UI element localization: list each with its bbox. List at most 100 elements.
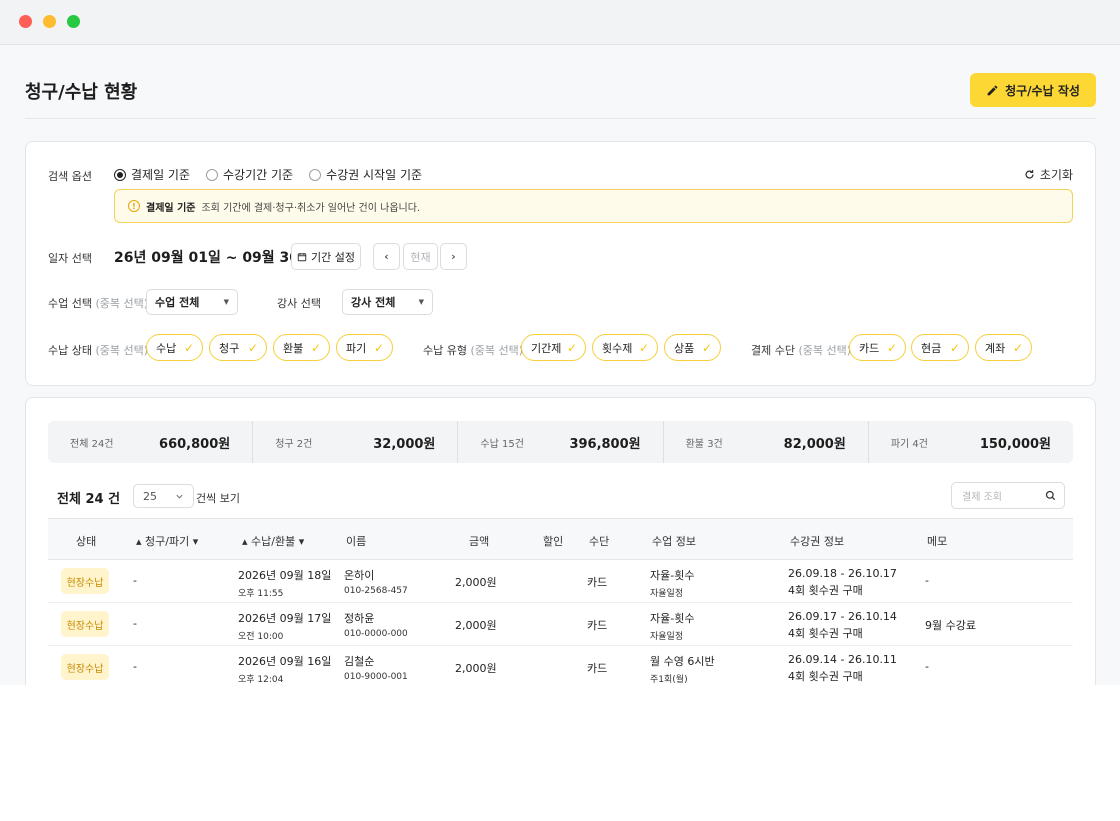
summary-void: 파기 4건 150,000원 [869, 421, 1073, 463]
cell-class-schedule: 자율일정 [650, 632, 684, 642]
period-setting-button[interactable]: 기간 설정 [291, 243, 361, 270]
check-icon: ✓ [1012, 340, 1023, 355]
cell-class-name: 자율-횟수 [650, 569, 695, 582]
cell-name-value: 온하이 [344, 569, 375, 582]
cell-memo: - [925, 660, 929, 673]
cell-date: 2026년 09월 16일오후 12:04 [238, 653, 331, 685]
radio-course-period[interactable]: 수강기간 기준 [206, 166, 293, 183]
caret-down-icon: ▼ [418, 298, 424, 306]
teacher-select[interactable]: 강사 전체 ▼ [342, 289, 433, 315]
cell-date: 2026년 09월 17일 오전 10:00 [238, 610, 331, 642]
status-title: 수납 상태 [48, 344, 92, 357]
write-billing-button[interactable]: 청구/수납 작성 [970, 73, 1096, 107]
class-select-title: 수업 선택 [48, 297, 92, 310]
cell-date-day: 2026년 09월 16일 [238, 655, 332, 668]
chip-method-account[interactable]: 계좌 ✓ [975, 334, 1032, 361]
cell-bill: - [133, 574, 137, 587]
class-select-label: 수업 선택 (중복 선택) [48, 295, 148, 311]
summary-value: 82,000원 [783, 436, 846, 452]
chip-label: 카드 [859, 341, 880, 355]
chip-type-period[interactable]: 기간제 ✓ [521, 334, 586, 361]
chip-label: 청구 [219, 341, 240, 355]
chip-status-void[interactable]: 파기 ✓ [336, 334, 393, 361]
cell-date-time: 오후 12:04 [238, 675, 284, 685]
chip-status-paid[interactable]: 수납 ✓ [146, 334, 203, 361]
check-icon: ✓ [886, 340, 897, 355]
search-option-label: 검색 옵션 [48, 170, 92, 183]
summary-value: 396,800원 [569, 436, 641, 452]
close-window-button[interactable] [19, 15, 32, 28]
check-icon: ✓ [566, 340, 577, 355]
chip-label: 환불 [283, 341, 304, 355]
current-period-button[interactable]: 현재 [403, 243, 438, 270]
payment-search-input[interactable]: 결제 조회 [951, 482, 1065, 509]
chip-method-cash[interactable]: 현금 ✓ [911, 334, 969, 361]
class-select[interactable]: 수업 전체 ▼ [146, 289, 238, 315]
col-bill-void[interactable]: ▴ 청구/파기 ▾ [136, 533, 198, 549]
summary-bar: 전체 24건 660,800원 청구 2건 32,000원 수납 15건 396,80… [48, 421, 1073, 463]
check-icon: ✓ [310, 340, 321, 355]
radio-label: 결제일 기준 [131, 168, 191, 182]
date-select-label: 일자 선택 [48, 252, 92, 265]
cell-bill: - [133, 617, 137, 630]
minimize-window-button[interactable] [43, 15, 56, 28]
chip-method-card[interactable]: 카드 ✓ [849, 334, 906, 361]
summary-refund: 환불 3건 82,000원 [664, 421, 869, 463]
summary-value: 150,000원 [979, 436, 1052, 452]
app-window: 청구/수납 현황 청구/수납 작성 검색 옵션 결제일 기준 수강기간 기준 수… [0, 0, 1120, 685]
cell-class-schedule: 자율일정 [650, 589, 684, 599]
chip-type-count[interactable]: 횟수제 ✓ [592, 334, 658, 361]
current-period-label: 현재 [410, 250, 431, 264]
radio-circle [309, 168, 322, 181]
radio-circle [114, 168, 126, 181]
col-amount: 금액 [469, 535, 490, 548]
refresh-icon [1025, 170, 1034, 179]
chip-status-refund[interactable]: 환불 ✓ [273, 334, 330, 361]
title-bar [0, 0, 1120, 45]
radio-label: 수강기간 기준 [223, 168, 294, 182]
cell-name: 온하이 010-2568-4570 [344, 567, 408, 596]
cell-memo: 9월 수강료 [925, 619, 976, 632]
maximize-window-button[interactable] [67, 15, 80, 28]
cell-class: 자율-횟수자율일정 [650, 567, 694, 599]
reset-button[interactable]: 초기화 [1024, 166, 1073, 183]
cell-ticket-period: 26.09.17 - 26.10.14 [788, 610, 897, 623]
chip-label: 횟수제 [602, 341, 633, 355]
page-title: 청구/수납 현황 [25, 82, 138, 103]
cell-memo: - [925, 574, 929, 587]
cell-class: 월 수영 6시반 주1회(월) [650, 653, 715, 685]
cell-name: 김철순 010-9000-0012 [344, 653, 408, 682]
search-option-group: 결제일 기준 수강기간 기준 수강권 시작일 기준 [114, 166, 438, 183]
chip-status-billed[interactable]: 청구 ✓ [209, 334, 267, 361]
header-divider [25, 118, 1096, 119]
type-label: 수납 유형 (중복 선택) [423, 342, 523, 358]
chevron-left-icon: ‹ [384, 250, 389, 263]
method-title: 결제 수단 [751, 344, 795, 357]
summary-value: 32,000원 [373, 436, 436, 452]
cell-amount: 2,000원 [455, 576, 497, 589]
caret-down-icon: ▼ [223, 298, 229, 306]
page-size-value: 25 [143, 489, 157, 503]
radio-payment-date[interactable]: 결제일 기준 [114, 166, 190, 183]
list-panel: 전체 24건 660,800원 청구 2건 32,000원 수납 15건 396,80… [25, 397, 1096, 685]
prev-period-button[interactable]: ‹ [373, 243, 400, 270]
table-row[interactable]: 현장수납 - 2026년 09월 17일 오전 10:00 정하윤 010-0000… [48, 603, 1073, 646]
chip-type-product[interactable]: 상품 ✓ [664, 334, 721, 361]
calendar-icon [297, 252, 307, 261]
period-setting-label: 기간 설정 [311, 250, 355, 264]
check-icon: ✓ [183, 340, 194, 355]
cell-ticket: 26.09.17 - 26.10.14 4회 횟수권 구매 [788, 610, 897, 641]
table-row[interactable]: 현장수납 - 2026년 09월 18일 오후 11:55 온하이 010-2568… [48, 560, 1073, 603]
chip-label: 파기 [346, 341, 367, 355]
table-row[interactable]: 현장수납 - 2026년 09월 16일 오후 12:04 김철순 010-9000… [48, 646, 1073, 685]
teacher-select-value: 강사 전체 [351, 296, 396, 309]
summary-label: 전체 24건 [70, 438, 114, 450]
col-paid-refund[interactable]: ▴ 수납/환불 ▾ [242, 533, 304, 549]
next-period-button[interactable]: › [440, 243, 467, 270]
summary-total: 전체 24건 660,800원 [48, 421, 254, 463]
info-notice: ! 결제일 기준 조회 기간에 결제·청구·취소가 일어난 건이 나옵니다. [114, 189, 1073, 223]
radio-ticket-start[interactable]: 수강권 시작일 기준 [309, 166, 422, 183]
check-icon: ✓ [949, 340, 960, 355]
cell-date-time: 오후 11:55 [238, 589, 284, 599]
page-size-select[interactable]: 25 [133, 484, 194, 508]
